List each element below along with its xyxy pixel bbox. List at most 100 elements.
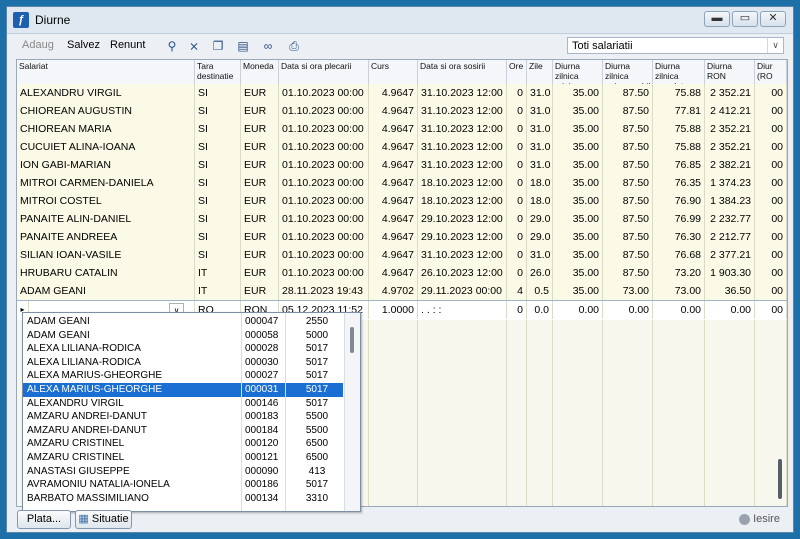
table-cell[interactable]: EUR xyxy=(241,192,279,210)
table-row[interactable]: ALEXANDRU VIRGIL SI EUR 01.10.2023 00:00 4.9… xyxy=(17,84,787,103)
table-cell[interactable]: 01.10.2023 00:00 xyxy=(279,210,369,228)
table-cell[interactable]: PANAITE ALIN-DANIEL xyxy=(17,210,195,228)
table-cell[interactable]: EUR xyxy=(241,138,279,156)
table-cell[interactable]: 0 xyxy=(507,228,527,246)
table-cell[interactable]: 29.11.2023 00:00 xyxy=(418,282,507,300)
dropdown-option[interactable]: ADAM GEANI 000058 5000 xyxy=(23,329,343,343)
table-cell[interactable]: 0 xyxy=(507,120,527,138)
dropdown-option[interactable]: ALEXANDRU VIRGIL 000146 5017 xyxy=(23,397,343,411)
table-row[interactable]: CHIOREAN AUGUSTIN SI EUR 01.10.2023 00:00 4.… xyxy=(17,102,787,121)
table-cell[interactable]: 18.10.2023 12:00 xyxy=(418,192,507,210)
table-cell[interactable]: 4.9647 xyxy=(369,138,418,156)
table-cell[interactable]: 00 xyxy=(755,210,787,228)
column-header[interactable]: Diurna zilnica minima xyxy=(553,60,603,84)
table-cell[interactable]: 35.00 xyxy=(553,264,603,282)
table-cell[interactable]: 00 xyxy=(755,228,787,246)
table-cell[interactable]: 35.00 xyxy=(553,102,603,120)
table-cell[interactable]: 35.00 xyxy=(553,156,603,174)
column-header[interactable]: Diurna zilnica neimpozabila xyxy=(603,60,653,84)
table-row[interactable]: CHIOREAN MARIA SI EUR 01.10.2023 00:00 4.964… xyxy=(17,120,787,139)
table-cell[interactable]: 4.9647 xyxy=(369,84,418,102)
table-cell[interactable]: 28.11.2023 19:43 xyxy=(279,282,369,300)
table-cell[interactable]: 35.00 xyxy=(553,192,603,210)
table-cell[interactable]: 2 212.77 xyxy=(705,228,755,246)
column-header[interactable]: Tara destinatie xyxy=(195,60,241,84)
table-cell[interactable]: 00 xyxy=(755,246,787,264)
table-cell[interactable]: 0 xyxy=(507,246,527,264)
table-cell[interactable]: ALEXANDRU VIRGIL xyxy=(17,84,195,102)
table-cell[interactable]: PANAITE ANDREEA xyxy=(17,228,195,246)
table-cell[interactable]: 35.00 xyxy=(553,84,603,102)
table-cell[interactable]: 75.88 xyxy=(653,84,705,102)
dropdown-option[interactable]: ALEXA MARIUS-GHEORGHE 000027 5017 xyxy=(23,369,343,383)
table-cell[interactable]: 01.10.2023 00:00 xyxy=(279,138,369,156)
table-cell[interactable]: 31.10.2023 12:00 xyxy=(418,138,507,156)
dropdown-option[interactable]: BARBATO MASSIMILIANO 000134 3310 xyxy=(23,492,343,506)
table-cell[interactable]: 31.10.2023 12:00 xyxy=(418,102,507,120)
table-cell[interactable]: 31.10.2023 12:00 xyxy=(418,120,507,138)
situatie-button[interactable]: ▦ Situatie xyxy=(75,510,132,529)
table-cell[interactable]: 2 232.77 xyxy=(705,210,755,228)
column-header[interactable]: Salariat xyxy=(17,60,195,84)
table-cell[interactable]: 0.00 xyxy=(705,301,755,319)
table-cell[interactable]: 75.88 xyxy=(653,120,705,138)
employee-filter-select[interactable]: Toti salariatii ∨ xyxy=(567,37,784,54)
table-cell[interactable]: SI xyxy=(195,246,241,264)
table-cell[interactable]: 4.9647 xyxy=(369,174,418,192)
table-cell[interactable]: 4.9647 xyxy=(369,102,418,120)
table-cell[interactable]: 1.0000 xyxy=(369,301,418,319)
table-cell[interactable]: 4.9647 xyxy=(369,120,418,138)
table-cell[interactable]: 26.0 xyxy=(527,264,553,282)
table-cell[interactable]: 2 352.21 xyxy=(705,120,755,138)
table-cell[interactable]: 31.0 xyxy=(527,102,553,120)
dropdown-option[interactable]: ALEXA MARIUS-GHEORGHE 000031 5017 xyxy=(23,383,343,397)
close-button[interactable]: ✕ xyxy=(760,11,786,27)
table-cell[interactable]: 01.10.2023 00:00 xyxy=(279,246,369,264)
table-cell[interactable]: 31.0 xyxy=(527,138,553,156)
table-row[interactable]: MITROI CARMEN-DANIELA SI EUR 01.10.2023 00:… xyxy=(17,174,787,193)
table-cell[interactable]: 00 xyxy=(755,192,787,210)
table-cell[interactable]: EUR xyxy=(241,282,279,300)
table-cell[interactable]: 31.0 xyxy=(527,156,553,174)
plata-button[interactable]: Plata... xyxy=(17,510,71,529)
table-cell[interactable]: 01.10.2023 00:00 xyxy=(279,84,369,102)
table-cell[interactable]: 00 xyxy=(755,120,787,138)
table-cell[interactable]: 35.00 xyxy=(553,120,603,138)
table-cell[interactable]: IT xyxy=(195,264,241,282)
table-cell[interactable]: 76.35 xyxy=(653,174,705,192)
table-row[interactable]: ION GABI-MARIAN SI EUR 01.10.2023 00:00 4.96… xyxy=(17,156,787,175)
grid-scrollbar[interactable] xyxy=(777,317,785,507)
table-cell[interactable]: 18.0 xyxy=(527,192,553,210)
table-cell[interactable]: EUR xyxy=(241,84,279,102)
table-cell[interactable]: SI xyxy=(195,120,241,138)
table-cell[interactable]: 0.00 xyxy=(553,301,603,319)
table-cell[interactable]: 0 xyxy=(507,102,527,120)
dropdown-option[interactable]: ADAM GEANI 000047 2550 xyxy=(23,315,343,329)
filter-clear-icon[interactable]: ⨯ xyxy=(186,38,202,54)
table-cell[interactable]: 4.9647 xyxy=(369,246,418,264)
maximize-button[interactable]: ▭ xyxy=(732,11,758,27)
table-cell[interactable]: 01.10.2023 00:00 xyxy=(279,264,369,282)
table-cell[interactable]: 0 xyxy=(507,138,527,156)
table-cell[interactable]: 31.10.2023 12:00 xyxy=(418,156,507,174)
dropdown-option[interactable]: AMZARU ANDREI-DANUT 000183 5500 xyxy=(23,410,343,424)
table-cell[interactable]: 0 xyxy=(507,192,527,210)
table-cell[interactable]: 87.50 xyxy=(603,102,653,120)
dropdown-option[interactable]: ALEXA LILIANA-RODICA 000030 5017 xyxy=(23,356,343,370)
grid-scroll-thumb[interactable] xyxy=(778,459,782,499)
table-cell[interactable]: 76.68 xyxy=(653,246,705,264)
table-cell[interactable]: 73.20 xyxy=(653,264,705,282)
table-cell[interactable]: 87.50 xyxy=(603,138,653,156)
table-cell[interactable]: 0.5 xyxy=(527,282,553,300)
table-cell[interactable]: 29.10.2023 12:00 xyxy=(418,228,507,246)
table-cell[interactable]: SILIAN IOAN-VASILE xyxy=(17,246,195,264)
table-cell[interactable]: 26.10.2023 12:00 xyxy=(418,264,507,282)
dropdown-option[interactable]: ALEXA LILIANA-RODICA 000028 5017 xyxy=(23,342,343,356)
dropdown-option[interactable]: AMZARU CRISTINEL 000120 6500 xyxy=(23,437,343,451)
link-icon[interactable]: ∞ xyxy=(260,38,276,54)
employee-dropdown-list[interactable]: ADAM GEANI 000047 2550 ADAM GEANI 000058 5000… xyxy=(22,312,361,512)
table-cell[interactable]: 36.50 xyxy=(705,282,755,300)
dropdown-option[interactable]: ANASTASI GIUSEPPE 000090 413 xyxy=(23,465,343,479)
table-cell[interactable]: 01.10.2023 00:00 xyxy=(279,156,369,174)
binoculars-icon[interactable]: ⚲ xyxy=(164,38,180,54)
